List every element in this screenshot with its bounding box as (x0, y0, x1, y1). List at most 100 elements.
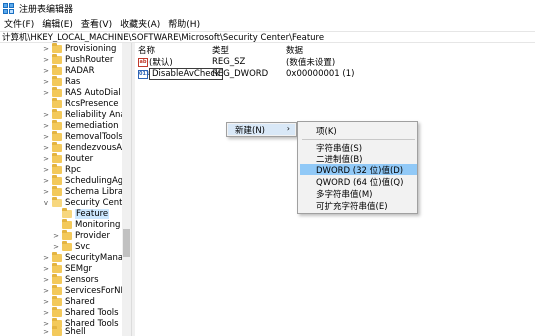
folder-icon (62, 218, 72, 229)
tree-item[interactable]: > Svc (52, 240, 90, 252)
tree-item[interactable]: > RADAR (42, 64, 95, 76)
tree-item[interactable]: > Ras (42, 75, 81, 87)
submenu-item-expandable-string-value[interactable]: 可扩充字符串值(E) (300, 200, 417, 212)
folder-icon (52, 75, 62, 86)
submenu-item-binary-value[interactable]: 二进制值(B) (300, 153, 417, 165)
chevron-right-icon[interactable]: > (42, 78, 50, 86)
menu-edit[interactable]: 编辑(E) (38, 17, 77, 30)
folder-icon (52, 130, 62, 141)
column-header-name[interactable]: 名称 (138, 43, 155, 56)
tree-item-label: Router (65, 153, 94, 164)
value-row-default[interactable]: ab (默认) REG_SZ (数值未设置) (135, 56, 535, 68)
chevron-right-icon[interactable]: > (42, 111, 50, 119)
chevron-right-icon[interactable]: > (42, 177, 50, 185)
tree-item[interactable]: > Remediation (42, 119, 119, 131)
tree-item[interactable]: > Schema Library (42, 185, 131, 197)
chevron-right-icon[interactable]: > (42, 328, 50, 336)
tree-item[interactable]: > Sensors (42, 273, 99, 285)
value-row-disableavcheck[interactable]: 011 DisableAvCheck REG_DWORD 0x00000001 … (135, 68, 535, 80)
chevron-right-icon[interactable]: > (42, 254, 50, 262)
tree-item-label: Sensors (65, 274, 99, 285)
tree-item[interactable]: > Shell (42, 325, 86, 336)
tree-item[interactable]: > RendezvousApp (42, 141, 131, 153)
folder-icon (52, 174, 62, 185)
column-header-type[interactable]: 类型 (212, 43, 229, 56)
chevron-right-icon[interactable]: > (42, 188, 50, 196)
menu-help[interactable]: 帮助(H) (164, 17, 204, 30)
chevron-right-icon[interactable]: > (42, 133, 50, 141)
tree-item-label: RemovalTools (65, 131, 123, 142)
menu-item-new-label: 新建(N) (235, 125, 265, 136)
tree-item[interactable]: > Shared (42, 295, 95, 307)
folder-icon (52, 141, 62, 152)
folder-icon (52, 108, 62, 119)
chevron-right-icon[interactable]: > (42, 144, 50, 152)
tree-scrollbar[interactable] (122, 43, 131, 336)
menu-item-new[interactable]: 新建(N) › (228, 124, 295, 136)
tree-item[interactable]: > Provider (52, 229, 110, 241)
tree-item[interactable]: > Reliability Analys (42, 108, 131, 120)
tree-item-label: Provider (75, 230, 110, 241)
tree-item[interactable]: > ServicesForNFS (42, 284, 131, 296)
tree-item[interactable]: > RAS AutoDial (42, 86, 121, 98)
menu-favorites[interactable]: 收藏夹(A) (116, 17, 164, 30)
binary-value-icon: 011 (138, 69, 150, 79)
chevron-right-icon[interactable]: > (42, 56, 50, 64)
tree-item[interactable]: > Router (42, 152, 94, 164)
chevron-right-icon[interactable]: > (42, 309, 50, 317)
tree-item[interactable]: > SEMgr (42, 262, 92, 274)
tree-item-feature[interactable]: Feature (52, 207, 110, 219)
column-header-data[interactable]: 数据 (286, 43, 303, 56)
registry-tree[interactable]: > Provisioning > PushRouter > RADAR > Ra… (0, 43, 131, 336)
menu-file[interactable]: 文件(F) (0, 17, 38, 30)
chevron-right-icon[interactable]: > (42, 155, 50, 163)
tree-item-label: Feature (75, 208, 110, 219)
tree-scrollbar-thumb[interactable] (123, 229, 130, 257)
tree-item[interactable]: > Rpc (42, 163, 81, 175)
tree-item-label: Ras (65, 76, 81, 87)
chevron-right-icon[interactable]: > (42, 122, 50, 130)
tree-item-label: Shared (65, 296, 95, 307)
chevron-right-icon[interactable]: > (42, 298, 50, 306)
tree-item-label: Provisioning (65, 43, 117, 54)
folder-icon (52, 53, 62, 64)
tree-item[interactable]: > Shared Tools (42, 306, 119, 318)
folder-icon (52, 119, 62, 130)
folder-icon (52, 152, 62, 163)
tree-item[interactable]: > RemovalTools (42, 130, 123, 142)
folder-icon (52, 306, 62, 317)
open-folder-icon (52, 196, 62, 207)
submenu-item-string-value[interactable]: 字符串值(S) (300, 142, 417, 154)
value-data: (数值未设置) (286, 58, 336, 68)
tree-item[interactable]: RcsPresence (42, 97, 118, 109)
chevron-right-icon[interactable]: > (52, 243, 60, 251)
address-bar[interactable]: 计算机\HKEY_LOCAL_MACHINE\SOFTWARE\Microsof… (0, 31, 535, 43)
folder-icon (52, 43, 62, 53)
submenu-item-multi-string-value[interactable]: 多字符串值(M) (300, 188, 417, 200)
tree-item[interactable]: > SchedulingAgen (42, 174, 131, 186)
value-name-cell: ab (默认) (138, 56, 173, 68)
submenu-item-qword-value[interactable]: QWORD (64 位)值(Q) (300, 176, 417, 188)
value-type: REG_DWORD (212, 69, 269, 79)
chevron-right-icon[interactable]: > (52, 232, 60, 240)
chevron-right-icon[interactable]: > (42, 89, 50, 97)
chevron-right-icon[interactable]: > (42, 166, 50, 174)
chevron-right-icon[interactable]: > (42, 67, 50, 75)
chevron-right-icon[interactable]: > (42, 265, 50, 273)
tree-item[interactable]: Monitoring (52, 218, 120, 230)
chevron-right-icon[interactable]: > (42, 276, 50, 284)
tree-item[interactable]: > SecurityManage (42, 251, 131, 263)
menu-view[interactable]: 查看(V) (77, 17, 116, 30)
tree-item-label: ServicesForNFS (65, 285, 131, 296)
chevron-right-icon[interactable]: > (42, 287, 50, 295)
string-value-icon: ab (138, 57, 148, 67)
context-menu: 新建(N) › (226, 122, 297, 137)
chevron-right-icon[interactable]: > (42, 45, 50, 53)
submenu-item-dword-value[interactable]: DWORD (32 位)值(D) (300, 164, 417, 176)
menu-separator (302, 139, 415, 140)
tree-item[interactable]: > PushRouter (42, 53, 113, 65)
tree-item[interactable]: > Provisioning (42, 43, 116, 54)
chevron-down-icon[interactable]: v (42, 199, 50, 207)
tree-item-security-center[interactable]: v Security Center (42, 196, 131, 208)
submenu-item-key[interactable]: 项(K) (300, 125, 417, 137)
